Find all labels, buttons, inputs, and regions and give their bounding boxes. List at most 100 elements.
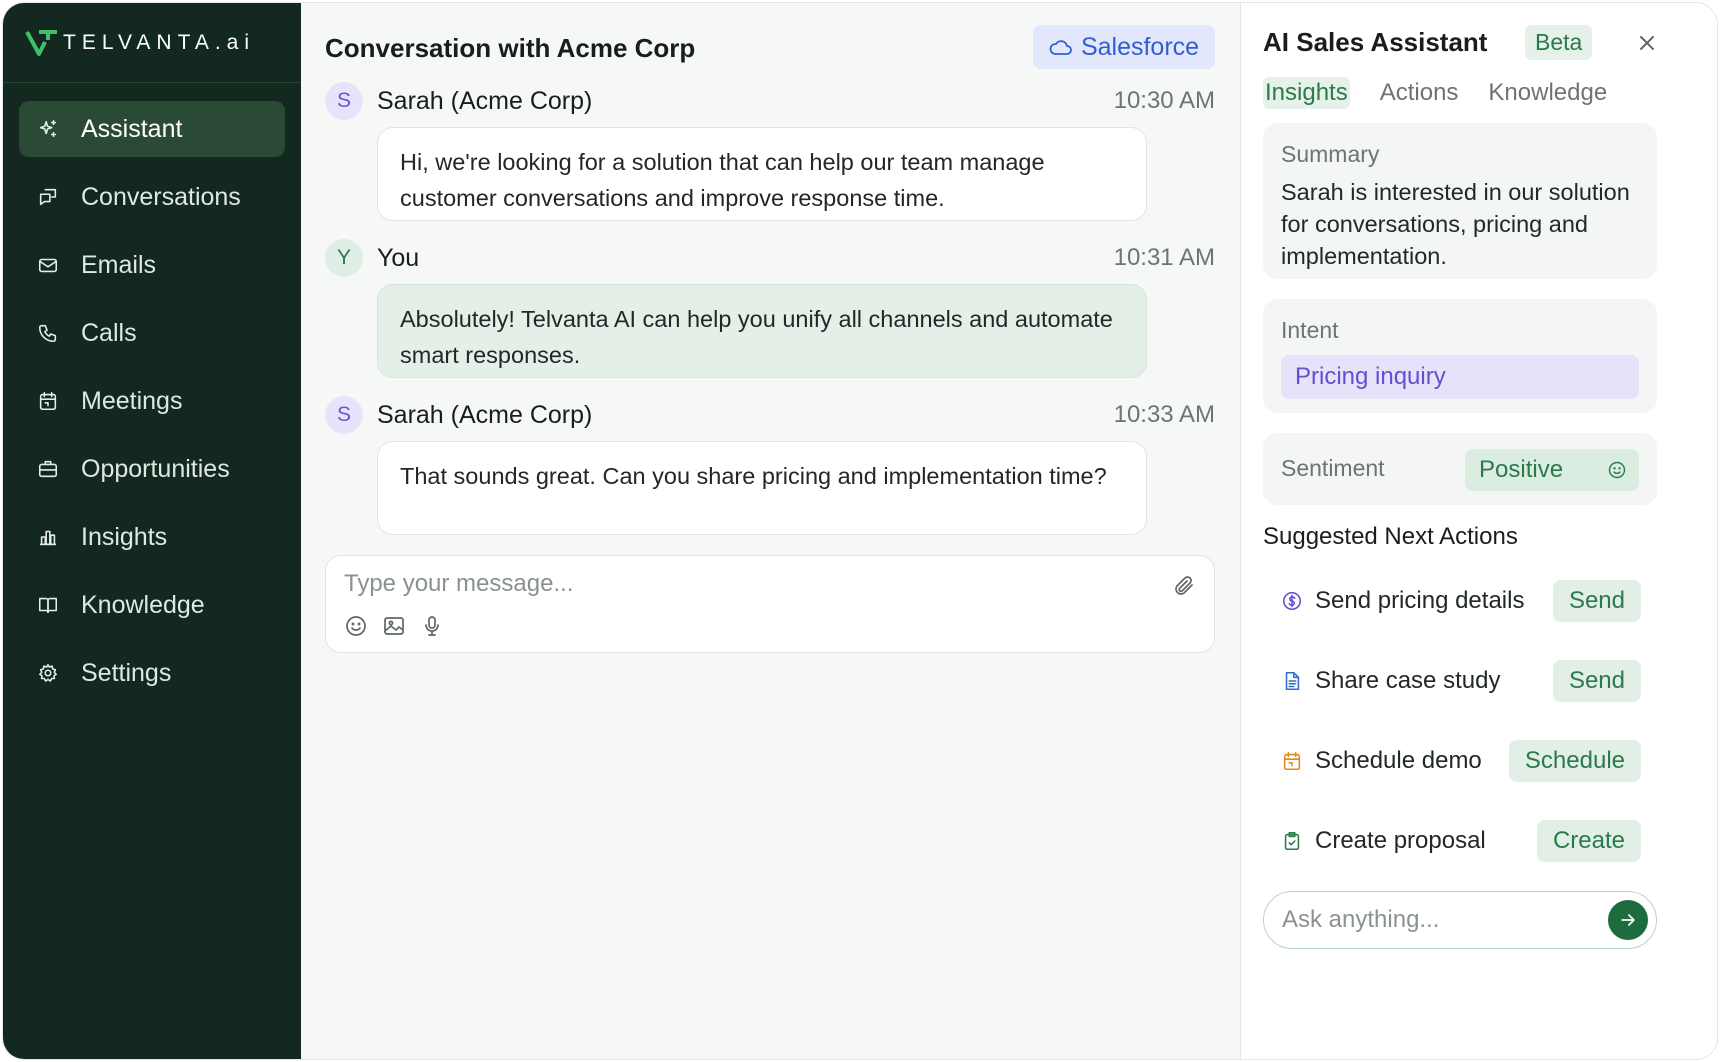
avatar: S xyxy=(325,396,363,434)
sidebar-item-insights[interactable]: Insights xyxy=(19,509,285,565)
beta-badge: Beta xyxy=(1525,25,1593,60)
tab-actions[interactable]: Actions xyxy=(1380,77,1459,109)
action-row: Schedule demo Schedule xyxy=(1281,739,1641,783)
calendar-icon xyxy=(37,390,59,412)
briefcase-icon xyxy=(37,458,59,480)
ask-box[interactable]: Ask anything... xyxy=(1263,891,1657,949)
sidebar-item-label: Meetings xyxy=(81,386,183,415)
clipboard-check-icon xyxy=(1281,830,1303,852)
summary-card: Summary Sarah is interested in our solut… xyxy=(1263,123,1657,279)
sidebar-item-emails[interactable]: Emails xyxy=(19,237,285,293)
share-case-study-button[interactable]: Send xyxy=(1552,660,1641,702)
message-input[interactable]: Type your message... xyxy=(344,570,573,598)
salesforce-label: Salesforce xyxy=(1080,32,1200,61)
message-bubble: That sounds great. Can you share pricing… xyxy=(377,441,1147,535)
image-icon[interactable] xyxy=(382,614,406,638)
assistant-title: AI Sales Assistant xyxy=(1263,27,1488,57)
arrow-right-icon xyxy=(1621,914,1635,926)
message-bubble: Absolutely! Telvanta AI can help you uni… xyxy=(377,284,1147,378)
sentiment-badge: Positive xyxy=(1465,449,1639,491)
mail-icon xyxy=(37,254,59,276)
action-label: Send pricing details xyxy=(1315,587,1525,614)
message-header: S Sarah (Acme Corp) 10:33 AM xyxy=(325,395,1215,435)
sidebar: TELVANTA.ai Assistant Conversations Emai… xyxy=(3,3,301,1059)
app-window: TELVANTA.ai Assistant Conversations Emai… xyxy=(2,2,1718,1060)
summary-text: Sarah is interested in our solution for … xyxy=(1281,179,1630,269)
dollar-icon xyxy=(1281,590,1303,612)
avatar: Y xyxy=(325,239,363,277)
sidebar-item-label: Conversations xyxy=(81,182,241,211)
sidebar-item-label: Opportunities xyxy=(81,454,230,483)
ask-input[interactable]: Ask anything... xyxy=(1282,906,1439,934)
emoji-icon[interactable] xyxy=(344,614,368,638)
avatar: S xyxy=(325,82,363,120)
action-row: Create proposal Create xyxy=(1281,819,1641,863)
summary-label: Summary xyxy=(1281,141,1380,167)
create-proposal-button[interactable]: Create xyxy=(1536,820,1641,862)
sidebar-item-label: Calls xyxy=(81,318,137,347)
sender-name: You xyxy=(377,243,420,272)
tab-insights[interactable]: Insights xyxy=(1263,77,1350,109)
smile-icon xyxy=(1608,461,1626,479)
message-time: 10:30 AM xyxy=(1113,87,1215,114)
sidebar-item-calls[interactable]: Calls xyxy=(19,305,285,361)
message-bubble: Hi, we're looking for a solution that ca… xyxy=(377,127,1147,221)
sidebar-item-knowledge[interactable]: Knowledge xyxy=(19,577,285,633)
salesforce-badge[interactable]: Salesforce xyxy=(1033,25,1215,69)
close-icon[interactable] xyxy=(1635,31,1659,55)
intent-label: Intent xyxy=(1281,317,1339,343)
paperclip-icon[interactable] xyxy=(1172,574,1196,598)
sentiment-value: Positive xyxy=(1479,456,1564,483)
action-label: Create proposal xyxy=(1315,827,1486,854)
schedule-demo-button[interactable]: Schedule xyxy=(1508,740,1641,782)
assistant-tabs: Insights Actions Knowledge xyxy=(1263,77,1637,109)
sender-name: Sarah (Acme Corp) xyxy=(377,86,593,115)
message-time: 10:33 AM xyxy=(1113,401,1215,428)
message-time: 10:31 AM xyxy=(1113,244,1215,271)
book-icon xyxy=(37,594,59,616)
sidebar-item-label: Emails xyxy=(81,250,157,279)
next-actions-title: Suggested Next Actions xyxy=(1263,523,1518,550)
action-row: Send pricing details Send xyxy=(1281,579,1641,623)
sidebar-item-meetings[interactable]: Meetings xyxy=(19,373,285,429)
sentiment-card: Sentiment Positive xyxy=(1263,433,1657,505)
send-button[interactable] xyxy=(1608,900,1648,940)
sidebar-item-opportunities[interactable]: Opportunities xyxy=(19,441,285,497)
send-pricing-button[interactable]: Send xyxy=(1552,580,1641,622)
action-row: Share case study Send xyxy=(1281,659,1641,703)
gear-icon xyxy=(37,662,59,684)
brand-logo[interactable]: TELVANTA.ai xyxy=(3,3,301,83)
sidebar-item-label: Settings xyxy=(81,658,172,687)
composer-toolbar xyxy=(344,614,458,638)
tab-knowledge[interactable]: Knowledge xyxy=(1488,77,1607,109)
sidebar-item-label: Assistant xyxy=(81,114,183,143)
sidebar-item-assistant[interactable]: Assistant xyxy=(19,101,285,157)
document-icon xyxy=(1281,670,1303,692)
cloud-icon xyxy=(1049,40,1072,55)
microphone-icon[interactable] xyxy=(420,614,444,638)
sidebar-item-label: Knowledge xyxy=(81,590,205,619)
message-header: S Sarah (Acme Corp) 10:30 AM xyxy=(325,81,1215,121)
logo-icon xyxy=(25,29,57,56)
sender-name: Sarah (Acme Corp) xyxy=(377,400,593,429)
brand-name: TELVANTA.ai xyxy=(63,30,256,54)
sidebar-item-label: Insights xyxy=(81,522,168,551)
message-composer[interactable]: Type your message... xyxy=(325,555,1215,653)
action-label: Share case study xyxy=(1315,667,1501,694)
chat-icon xyxy=(37,186,59,208)
sidebar-nav: Assistant Conversations Emails Calls Mee… xyxy=(3,83,301,731)
bar-chart-icon xyxy=(37,526,59,548)
conversation-title: Conversation with Acme Corp xyxy=(325,33,696,63)
sentiment-label: Sentiment xyxy=(1281,455,1385,481)
action-label: Schedule demo xyxy=(1315,747,1482,774)
message-header: Y You 10:31 AM xyxy=(325,238,1215,278)
intent-card: Intent Pricing inquiry xyxy=(1263,299,1657,413)
sparkle-icon xyxy=(37,118,59,140)
assistant-panel: AI Sales Assistant Beta Insights Actions… xyxy=(1241,3,1717,1059)
sidebar-item-conversations[interactable]: Conversations xyxy=(19,169,285,225)
phone-icon xyxy=(37,322,59,344)
sidebar-item-settings[interactable]: Settings xyxy=(19,645,285,701)
calendar-icon xyxy=(1281,750,1303,772)
intent-value: Pricing inquiry xyxy=(1281,355,1639,399)
conversation-pane: Conversation with Acme Corp Salesforce S… xyxy=(301,3,1241,1059)
